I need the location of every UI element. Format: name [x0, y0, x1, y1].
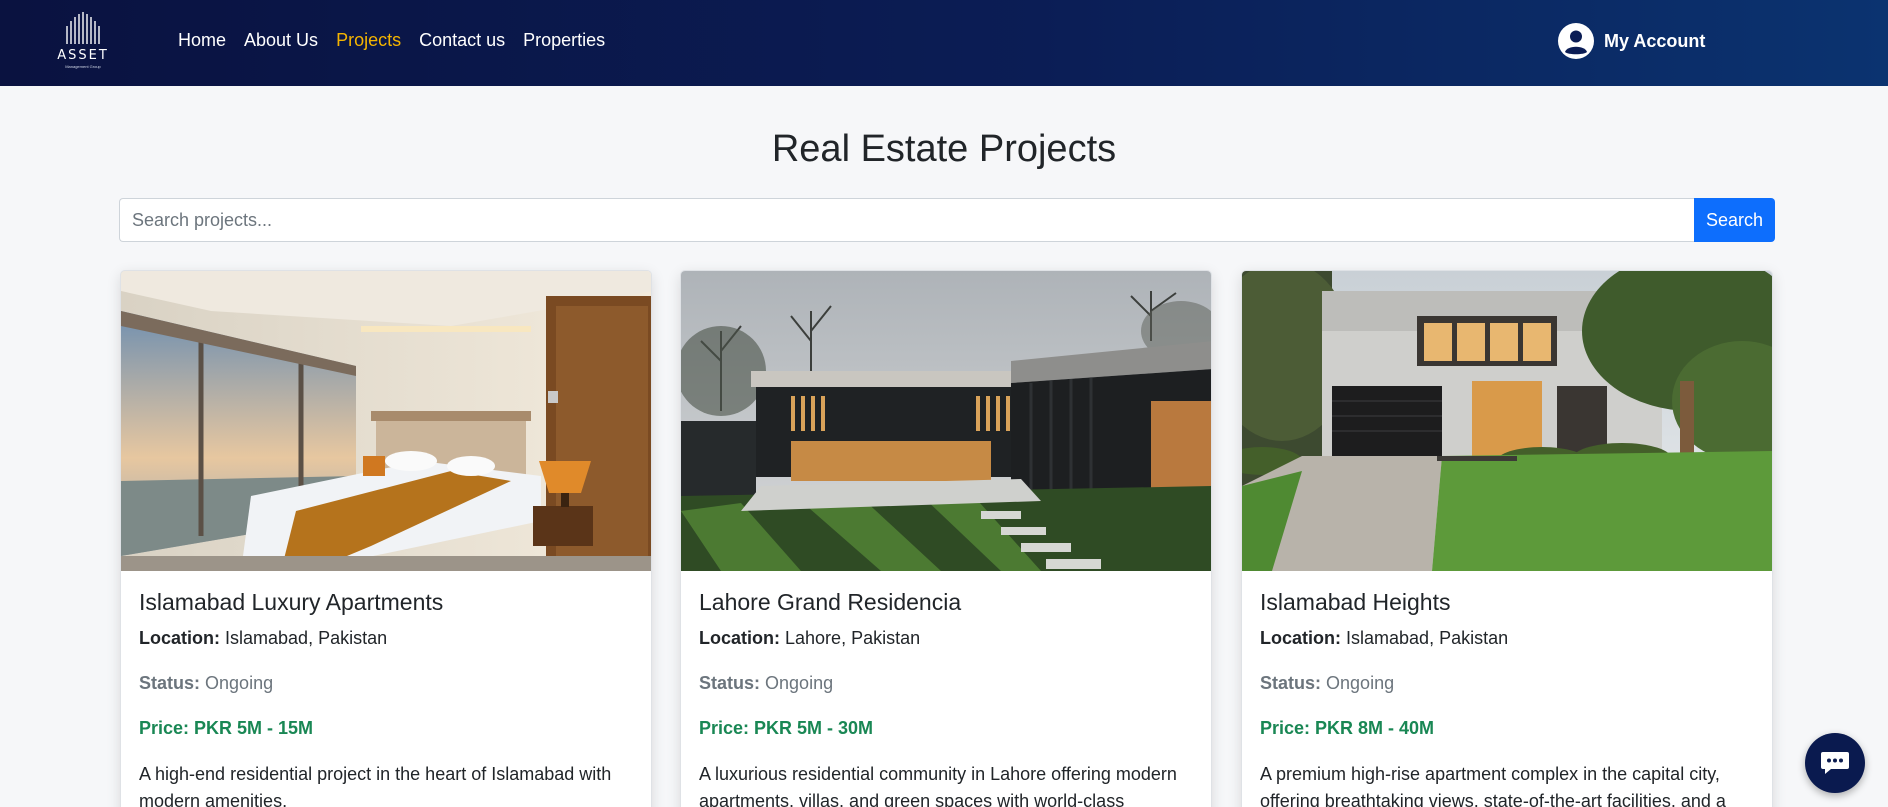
search-form: Search	[119, 198, 1775, 242]
location-label: Location:	[139, 628, 220, 648]
brand-logo[interactable]: ASSET Management Group	[52, 12, 114, 70]
project-status: Status: Ongoing	[1260, 671, 1756, 695]
nav-links: Home About Us Projects Contact us Proper…	[178, 30, 605, 51]
status-value: Ongoing	[205, 673, 274, 693]
nav-link-properties[interactable]: Properties	[523, 30, 605, 51]
project-status: Status: Ongoing	[699, 671, 1195, 695]
nav-link-contact-us[interactable]: Contact us	[419, 30, 505, 51]
status-value: Ongoing	[1326, 673, 1395, 693]
project-price: Price: PKR 5M - 15M	[139, 718, 314, 738]
chat-bubble-icon	[1821, 752, 1849, 774]
search-input[interactable]	[119, 198, 1694, 242]
location-value: Islamabad, Pakistan	[1346, 628, 1509, 648]
project-location: Location: Islamabad, Pakistan	[139, 626, 635, 650]
status-value: Ongoing	[765, 673, 834, 693]
project-image[interactable]	[1242, 271, 1772, 571]
nav-link-home[interactable]: Home	[178, 30, 226, 51]
logo-word: ASSET	[57, 48, 109, 63]
search-button[interactable]: Search	[1694, 198, 1775, 242]
my-account-button[interactable]: My Account	[1558, 23, 1705, 59]
my-account-label: My Account	[1604, 30, 1706, 51]
status-label: Status:	[699, 673, 761, 693]
project-location: Location: Lahore, Pakistan	[699, 626, 1195, 650]
main-content: Real Estate Projects Search projects... …	[0, 86, 1888, 807]
page-title: Real Estate Projects	[771, 128, 1117, 170]
project-image[interactable]	[121, 271, 651, 571]
nav-link-about-us[interactable]: About Us	[244, 30, 318, 51]
user-circle-icon	[1558, 23, 1594, 59]
project-card[interactable]: Lahore Grand Residencia Location: Lahore…	[680, 270, 1212, 807]
location-label: Location:	[699, 628, 780, 648]
project-price: Price: PKR 8M - 40M	[1260, 718, 1435, 738]
location-label: Location:	[1260, 628, 1341, 648]
status-label: Status:	[139, 673, 201, 693]
project-title[interactable]: Islamabad Heights	[1260, 589, 1756, 616]
project-title[interactable]: Lahore Grand Residencia	[699, 589, 1195, 616]
project-card[interactable]: Islamabad Heights Location: Islamabad, P…	[1241, 270, 1773, 807]
nav-link-projects[interactable]: Projects	[336, 30, 401, 51]
logo-subtitle: Management Group	[65, 64, 101, 69]
project-description: A high-end residential project in the he…	[139, 764, 612, 807]
project-card-body: Lahore Grand Residencia Location: Lahore…	[699, 589, 1195, 807]
project-image[interactable]	[681, 271, 1211, 571]
status-label: Status:	[1260, 673, 1322, 693]
project-card[interactable]: Islamabad Luxury Apartments Location: Is…	[120, 270, 652, 807]
logo-bars-icon	[66, 12, 100, 44]
project-title[interactable]: Islamabad Luxury Apartments	[139, 589, 635, 616]
project-description: A premium high-rise apartment complex in…	[1260, 764, 1726, 807]
project-status: Status: Ongoing	[139, 671, 635, 695]
location-value: Islamabad, Pakistan	[225, 628, 388, 648]
top-navbar: ASSET Management Group Home About Us Pro…	[0, 0, 1888, 86]
project-price: Price: PKR 5M - 30M	[699, 718, 874, 738]
location-value: Lahore, Pakistan	[785, 628, 921, 648]
project-card-body: Islamabad Luxury Apartments Location: Is…	[139, 589, 635, 807]
project-card-body: Islamabad Heights Location: Islamabad, P…	[1260, 589, 1756, 807]
chat-button[interactable]	[1805, 733, 1865, 793]
project-location: Location: Islamabad, Pakistan	[1260, 626, 1756, 650]
project-cards: Islamabad Luxury Apartments Location: Is…	[120, 270, 1774, 807]
project-description: A luxurious residential community in Lah…	[699, 764, 1177, 807]
